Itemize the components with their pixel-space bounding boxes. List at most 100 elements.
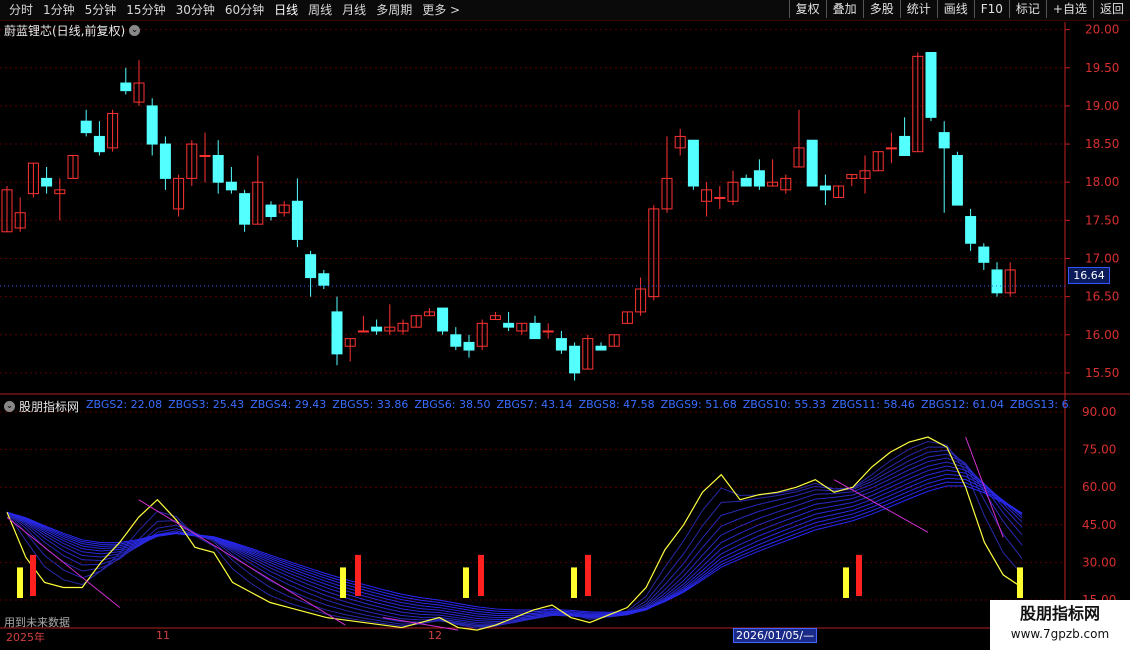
candle-body [595,345,607,351]
indicator-value-5: ZBGS5: 33.86 [332,398,409,411]
indicator-title: 股朋指标网 [19,400,80,414]
candle-body [529,322,541,340]
candle-body [991,269,1003,294]
candle-body [199,155,211,158]
watermark-url: www.7gpzb.com [1010,627,1110,641]
indicator-tick-label: 90.00 [1082,405,1116,419]
chevron-down-icon[interactable]: ⌄ [4,401,15,412]
fan-line [6,473,1023,617]
candle-body [93,135,105,153]
buy-signal-bar [843,567,849,598]
indicator-main-line [6,436,1023,631]
indicator-value-13: ZBGS13: 63.0 [1010,398,1070,411]
candle-body [291,200,303,240]
indicator-value-3: ZBGS3: 25.43 [168,398,245,411]
y-tick-label: 19.50 [1085,61,1119,75]
candle-body [371,326,383,332]
candle-body [569,345,581,374]
candle-body [753,170,765,187]
indicator-value-7: ZBGS7: 43.14 [496,398,573,411]
candle-body [503,322,515,328]
indicator-tick-label: 30.00 [1082,555,1116,569]
indicator-value-12: ZBGS12: 61.04 [920,398,1005,411]
buy-signal-bar [340,567,346,598]
candle-body [41,177,53,187]
candle-body [318,273,330,286]
trend-segment [6,516,121,608]
candle-body [305,254,317,279]
candle-body [146,105,158,145]
indicator-tick-label: 60.00 [1082,480,1116,494]
candle-body [899,135,911,157]
y-tick-label: 17.50 [1085,213,1119,227]
buy-signal-bar [571,567,577,598]
chevron-down-icon[interactable]: ⌄ [129,25,141,36]
y-tick-label: 16.50 [1085,290,1119,304]
indicator-value-4: ZBGS4: 29.43 [250,398,327,411]
candle-body [965,216,977,244]
chart-canvas[interactable]: 20.00 19.50 19.00 18.50 18.00 17.50 17.00 16.50… [0,0,1130,650]
sell-signal-bar [30,554,36,596]
sell-signal-bar [355,554,361,596]
indicator-tick-label: 75.00 [1082,443,1116,457]
candle-body [225,181,237,191]
indicator-value-9: ZBGS9: 51.68 [660,398,737,411]
indicator-value-11: ZBGS11: 58.46 [831,398,915,411]
indicator-value-6: ZBGS6: 38.50 [414,398,491,411]
sell-signal-bar [478,554,484,596]
candle-body [740,177,752,187]
candle-body [212,155,224,183]
y-tick-label: 20.00 [1085,23,1119,37]
candle-body [806,139,818,187]
indicator-tick-label: 45.00 [1082,518,1116,532]
buy-signal-bar [1017,567,1023,598]
candle-body [938,132,950,149]
y-tick-label: 15.50 [1085,366,1119,380]
candle-body [714,196,726,199]
date-cursor-label: 2026/01/05/— [733,628,818,643]
candle-body [542,330,554,333]
buy-signal-bar [463,567,469,598]
indicator-title-area: ⌄ 股朋指标网 [4,398,79,415]
stock-title: 蔚蓝锂芯(日线,前复权) [4,24,126,38]
date-label-year: 2025年 [6,631,45,644]
candle-body [978,246,990,263]
fan-line [6,446,1023,628]
y-tick-label: 18.50 [1085,137,1119,151]
indicator-values: ZBGS2: 22.08 ZBGS3: 25.43 ZBGS4: 29.43 ZBGS… [86,398,1070,411]
watermark-title: 股朋指标网 [1019,604,1100,623]
y-tick-label: 18.00 [1085,175,1119,189]
date-axis: 2025年 11 12 2026/01/05/— [0,628,1130,650]
sell-signal-bar [585,554,591,596]
candle-body [239,193,251,225]
buy-signal-bar [17,567,23,598]
y-tick-label: 17.00 [1085,251,1119,265]
candle-body [925,52,937,118]
indicator-value-2: ZBGS2: 22.08 [86,398,163,411]
candle-body [331,311,343,355]
fan-line [6,461,1023,622]
indicator-value-10: ZBGS10: 55.33 [742,398,826,411]
fan-line [6,477,1023,615]
trend-segment [138,499,346,626]
candle-body [120,82,132,92]
sell-signal-bar [856,554,862,596]
current-price-label: 16.64 [1068,267,1110,284]
indicator-value-8: ZBGS8: 47.58 [578,398,655,411]
candle-body [265,204,277,218]
fan-line [6,485,1023,613]
y-tick-label: 16.00 [1085,328,1119,342]
candle-body [437,307,449,332]
main-chart-title: 蔚蓝锂芯(日线,前复权) ⌄ [4,22,141,39]
candle-body [450,334,462,347]
y-tick-label: 19.00 [1085,99,1119,113]
date-label-nov: 11 [156,629,170,642]
candle-body [555,338,567,351]
candle-body [687,139,699,187]
candle-body [159,143,171,179]
candle-body [885,147,897,150]
candle-body [463,341,475,351]
candle-body [80,120,92,134]
date-label-dec: 12 [428,629,442,642]
candle-body [819,185,831,191]
